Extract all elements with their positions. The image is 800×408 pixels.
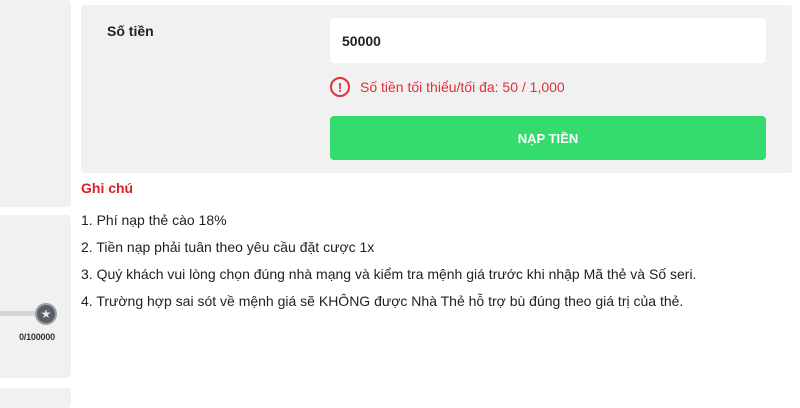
note-item: 4. Trường hợp sai sót về mệnh giá sẽ KHÔ… xyxy=(81,293,684,309)
sidebar-card-bottom[interactable] xyxy=(0,388,71,408)
amount-error-text: Số tiền tối thiểu/tối đa: 50 / 1,000 xyxy=(360,79,565,95)
vip-progress-text: 0/100000 xyxy=(19,332,55,342)
notes-list: 1. Phí nạp thẻ cào 18% 2. Tiền nạp phải … xyxy=(81,210,696,318)
notes-title: Ghi chú xyxy=(81,180,134,196)
note-item: 2. Tiền nạp phải tuân theo yêu cầu đặt c… xyxy=(81,239,375,255)
amount-input[interactable] xyxy=(330,18,766,63)
alert-circle-icon: ! xyxy=(330,77,350,97)
amount-error: ! Số tiền tối thiểu/tối đa: 50 / 1,000 xyxy=(330,76,565,98)
star-badge-icon: ★ xyxy=(35,303,57,325)
deposit-form-panel: Số tiền ! Số tiền tối thiểu/tối đa: 50 /… xyxy=(81,5,792,173)
amount-label: Số tiền xyxy=(107,23,154,39)
deposit-submit-button[interactable]: NẠP TIỀN xyxy=(330,116,766,160)
note-item: 1. Phí nạp thẻ cào 18% xyxy=(81,212,227,228)
note-item: 3. Quý khách vui lòng chọn đúng nhà mạng… xyxy=(81,266,697,282)
sidebar-card-vip xyxy=(0,215,71,378)
sidebar-card-top[interactable] xyxy=(0,0,71,207)
